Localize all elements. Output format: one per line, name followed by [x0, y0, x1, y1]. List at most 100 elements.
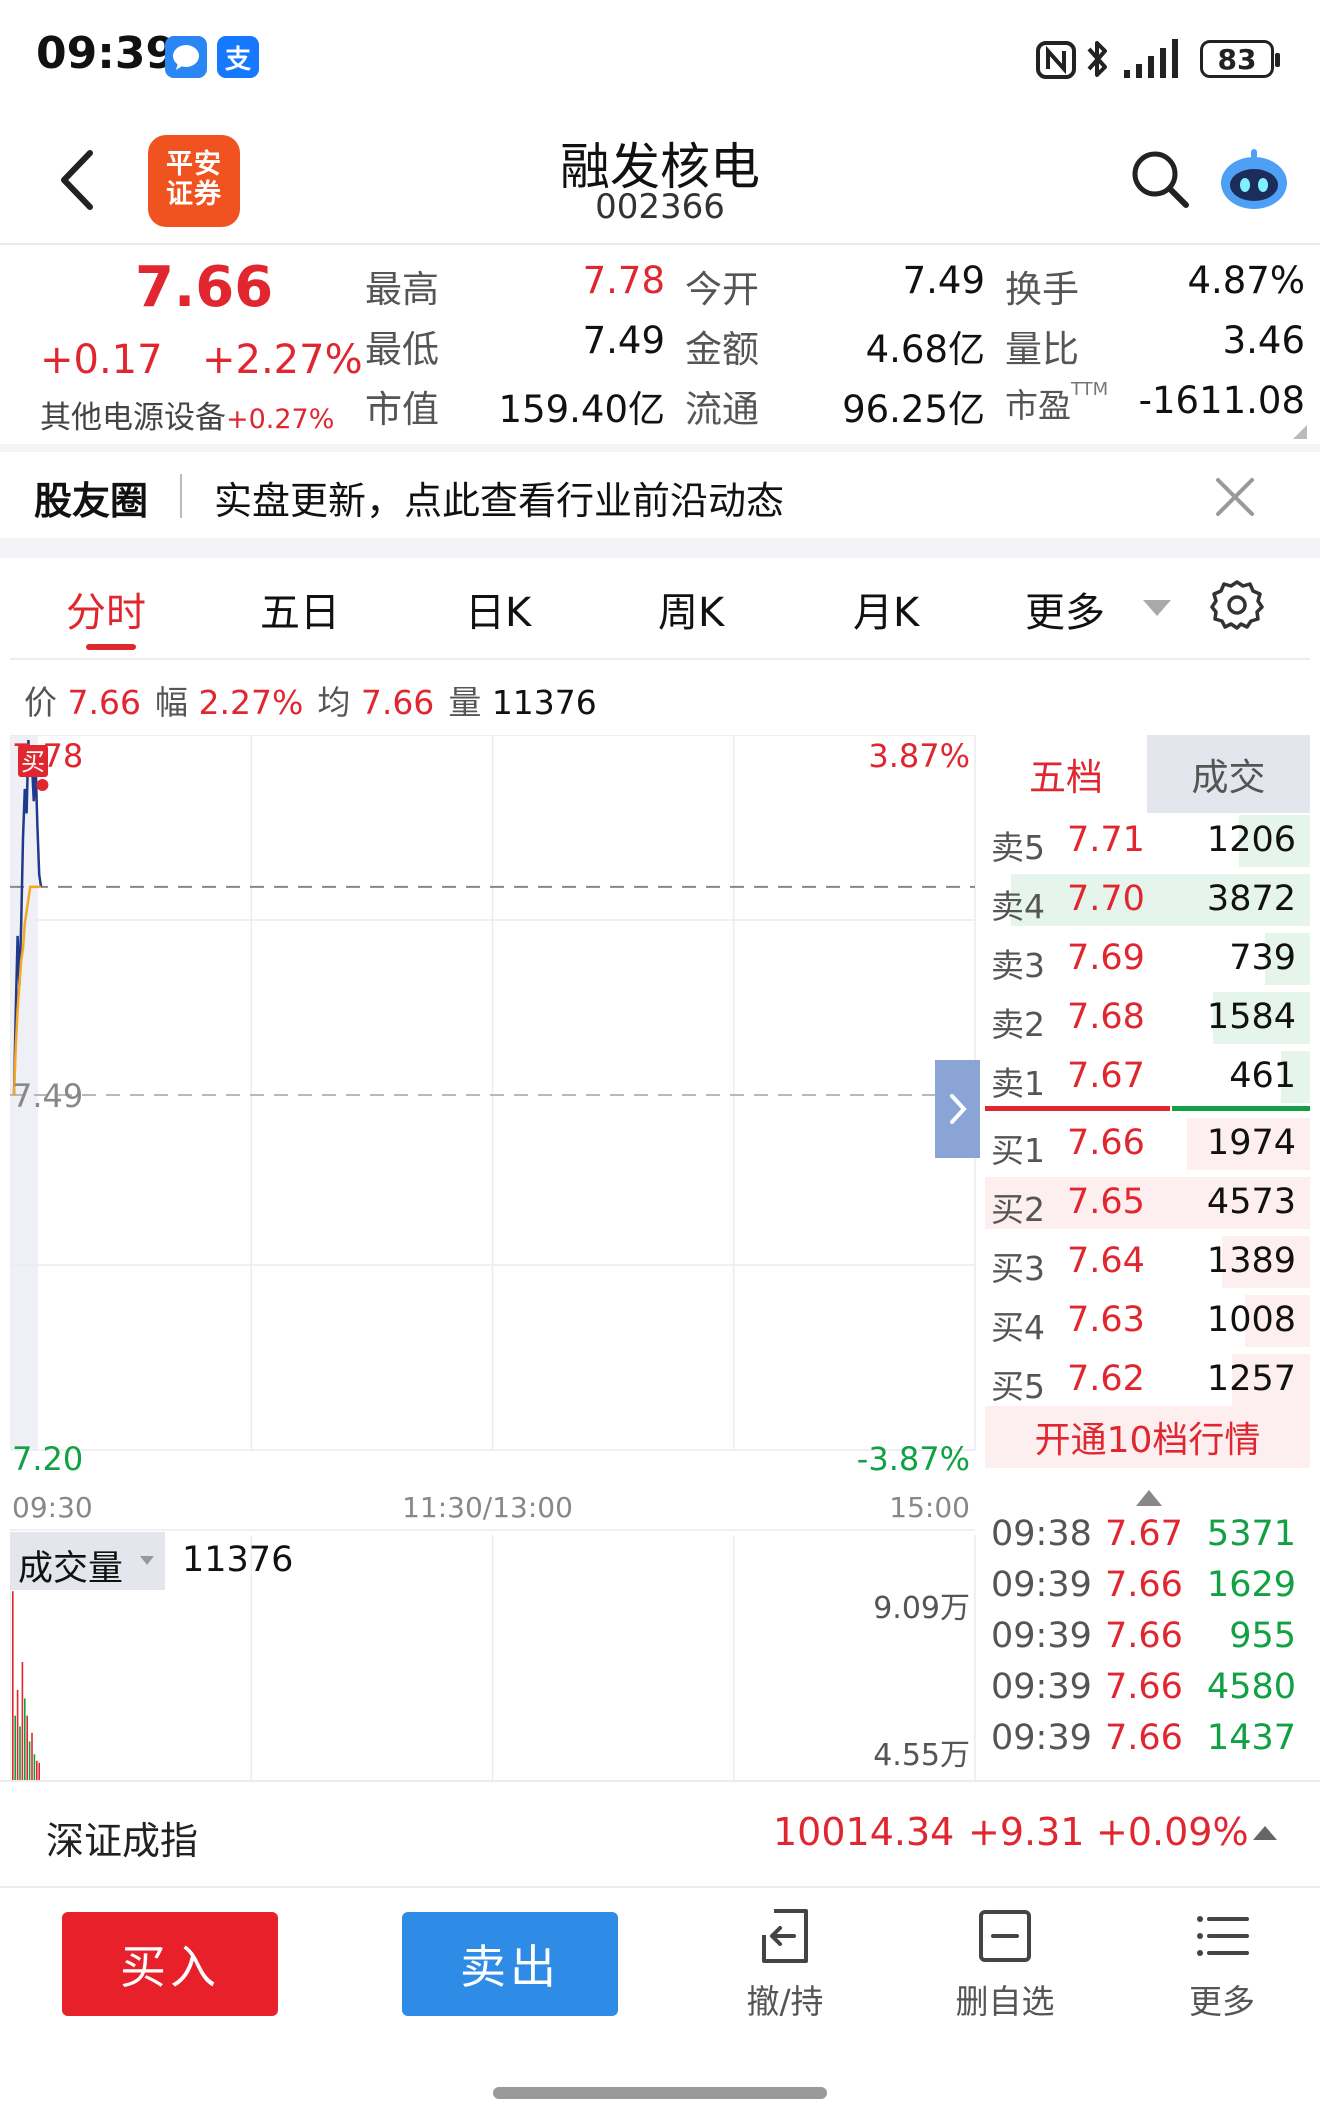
intraday-chart[interactable]: 买 7.787.497.203.87%-3.87%09:30 11:30/13:0…	[10, 735, 985, 1780]
tab-more[interactable]: 更多	[1025, 580, 1105, 638]
home-indicator[interactable]	[493, 2087, 827, 2099]
volume-bar	[28, 1741, 31, 1780]
message-icon	[165, 36, 207, 78]
level-price: 7.62	[1067, 1359, 1145, 1399]
sector-name: 其他电源设备	[40, 400, 226, 436]
level-price: 7.70	[1067, 879, 1145, 919]
level-label: 卖5	[991, 828, 1045, 867]
high-label: 最高	[365, 268, 439, 311]
order-book-tabs: 五档 成交	[985, 735, 1310, 813]
level-label: 买3	[991, 1249, 1045, 1288]
chevron-down-icon[interactable]	[1143, 600, 1171, 616]
tab-five-day[interactable]: 五日	[260, 580, 340, 638]
chevron-up-icon[interactable]	[1136, 1490, 1162, 1506]
x-label-open: 09:30	[12, 1491, 93, 1524]
info-percent: 2.27%	[198, 683, 304, 722]
bid-row[interactable]: 买4 7.63 1008	[985, 1293, 1310, 1349]
sell-button[interactable]: 卖出	[402, 1912, 618, 2016]
remove-watchlist-icon	[979, 1910, 1031, 1962]
volume-bar	[26, 1715, 28, 1780]
banner-text[interactable]: 实盘更新，点此查看行业前沿动态	[214, 470, 784, 525]
level-label: 买2	[991, 1190, 1045, 1229]
trade-row: 09:39 7.66 1629	[985, 1561, 1310, 1611]
divider	[0, 538, 1320, 558]
sector-info[interactable]: 其他电源设备+0.27%	[40, 392, 334, 437]
turnover-value: 4.87%	[1187, 259, 1305, 302]
level-label: 卖4	[991, 887, 1045, 926]
close-icon[interactable]	[1210, 472, 1260, 522]
index-value: 10014.34	[773, 1810, 955, 1854]
trade-price: 7.67	[1105, 1514, 1183, 1554]
ask-row[interactable]: 卖3 7.69 739	[985, 931, 1310, 987]
level-price: 7.67	[1067, 1056, 1145, 1096]
chevron-up-icon[interactable]	[1253, 1826, 1277, 1840]
amount-value: 4.68亿	[865, 328, 985, 371]
tab-daily-k[interactable]: 日K	[465, 580, 531, 638]
chevron-right-icon[interactable]	[935, 1060, 980, 1158]
level-label: 买1	[991, 1131, 1045, 1170]
ask-row[interactable]: 卖4 7.70 3872	[985, 872, 1310, 928]
cancel-hold-label: 撤/持	[746, 1982, 824, 2021]
level-volume: 4573	[1206, 1182, 1296, 1222]
level-volume: 1008	[1206, 1300, 1296, 1340]
trade-row: 09:39 7.66 955	[985, 1612, 1310, 1662]
volume-bar	[19, 1726, 21, 1780]
gear-icon[interactable]	[1210, 578, 1264, 632]
trade-price: 7.66	[1105, 1565, 1183, 1605]
volume-scale-mid: 4.55万	[873, 1738, 970, 1773]
index-change: +9.31	[968, 1810, 1085, 1854]
info-average: 7.66	[360, 683, 435, 722]
community-banner[interactable]: 股友圈 实盘更新，点此查看行业前沿动态	[0, 452, 1320, 540]
index-ticker-bar[interactable]: 深证成指 10014.34 +9.31 +0.09%	[0, 1780, 1320, 1888]
crosshair-info-line: 价 7.66 幅 2.27% 均 7.66 量 11376	[24, 683, 597, 722]
bid-row[interactable]: 买2 7.65 4573	[985, 1175, 1310, 1231]
level-label: 买5	[991, 1367, 1045, 1406]
float-cap-value: 96.25亿	[842, 388, 985, 431]
remove-watchlist-button[interactable]: 删自选	[930, 1905, 1080, 2035]
x-label-close: 15:00	[889, 1491, 970, 1524]
pe-label: 市盈TTM	[1005, 379, 1109, 425]
trade-row: 09:39 7.66 1437	[985, 1714, 1310, 1764]
ask-row[interactable]: 卖2 7.68 1584	[985, 990, 1310, 1046]
market-cap-label: 市值	[365, 388, 439, 431]
bid-row[interactable]: 买1 7.66 1974	[985, 1116, 1310, 1172]
ask-row[interactable]: 卖1 7.67 461	[985, 1049, 1310, 1105]
ai-assistant-robot-icon[interactable]	[1218, 147, 1290, 211]
banner-title: 股友圈	[34, 479, 149, 523]
volume-bar	[38, 1762, 40, 1780]
sector-percent: +0.27%	[226, 404, 335, 435]
tab-intraday[interactable]: 分时	[66, 580, 146, 638]
chevron-down-icon[interactable]	[140, 1556, 154, 1565]
spread-divider-green	[1172, 1106, 1310, 1111]
more-menu-button[interactable]: 更多	[1147, 1905, 1297, 2035]
cancel-order-icon	[762, 1909, 808, 1963]
level-label: 卖1	[991, 1064, 1045, 1103]
bid-row[interactable]: 买3 7.64 1389	[985, 1234, 1310, 1290]
trade-quantity: 1629	[1206, 1565, 1296, 1605]
search-icon[interactable]	[1128, 147, 1192, 211]
open-10-level-button[interactable]: 开通10档行情	[985, 1406, 1310, 1468]
cancel-hold-button[interactable]: 撤/持	[710, 1905, 860, 2035]
level-volume: 3872	[1206, 879, 1296, 919]
level-volume: 1974	[1206, 1123, 1296, 1163]
level-price: 7.66	[1067, 1123, 1145, 1163]
trade-quantity: 4580	[1206, 1667, 1296, 1707]
tab-trades[interactable]: 成交	[1147, 735, 1310, 813]
expand-corner-icon[interactable]	[1293, 425, 1307, 439]
ask-row[interactable]: 卖5 7.71 1206	[985, 813, 1310, 869]
tab-monthly-k[interactable]: 月K	[853, 580, 919, 638]
level-price: 7.65	[1067, 1182, 1145, 1222]
level-volume: 1389	[1206, 1241, 1296, 1281]
price-change-percent: +2.27%	[202, 337, 363, 383]
level-label: 卖3	[991, 946, 1045, 985]
tab-five-levels[interactable]: 五档	[985, 735, 1147, 813]
bid-row[interactable]: 买5 7.62 1257	[985, 1352, 1310, 1408]
pct-min-label: -3.87%	[857, 1440, 970, 1478]
trade-price: 7.66	[1105, 1667, 1183, 1707]
trade-time: 09:38	[991, 1514, 1092, 1554]
volume-ratio-value: 3.46	[1222, 319, 1305, 362]
volume-scale-top: 9.09万	[873, 1591, 970, 1626]
tab-weekly-k[interactable]: 周K	[658, 580, 724, 638]
buy-button[interactable]: 买入	[62, 1912, 278, 2016]
level-price: 7.63	[1067, 1300, 1145, 1340]
